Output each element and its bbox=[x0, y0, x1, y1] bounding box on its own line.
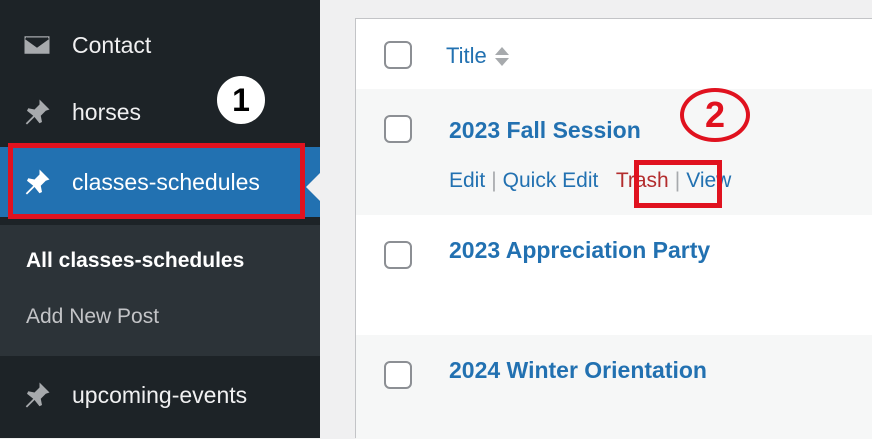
annotation-highlight-box-2 bbox=[634, 160, 722, 208]
annotation-step-2: 2 bbox=[680, 88, 750, 142]
select-all-checkbox[interactable] bbox=[384, 41, 412, 69]
sort-icon bbox=[494, 46, 509, 66]
separator: | bbox=[491, 169, 497, 192]
annotation-highlight-box-1 bbox=[8, 143, 305, 219]
envelope-icon bbox=[20, 28, 54, 62]
sidebar-item-label: upcoming-events bbox=[72, 381, 248, 408]
sidebar-item-horses[interactable]: horses bbox=[0, 82, 320, 142]
submenu-all-classes-schedules[interactable]: All classes-schedules bbox=[26, 249, 244, 273]
table-row: 2023 Fall Session Edit | Quick Edit | Tr… bbox=[356, 89, 872, 215]
submenu-add-new-post[interactable]: Add New Post bbox=[26, 305, 159, 329]
table-row: 2024 Winter Orientation bbox=[356, 335, 872, 439]
row-checkbox[interactable] bbox=[384, 241, 412, 269]
post-title-link[interactable]: 2023 Fall Session bbox=[449, 117, 641, 144]
table-row: 2023 Appreciation Party bbox=[356, 215, 872, 335]
row-checkbox[interactable] bbox=[384, 115, 412, 143]
annotation-step-1: 1 bbox=[217, 76, 265, 124]
admin-sidebar: Contact horses classes-schedules All cla… bbox=[0, 0, 320, 438]
sidebar-item-contact[interactable]: Contact bbox=[0, 15, 320, 75]
sidebar-item-label: horses bbox=[72, 98, 142, 125]
post-title-link[interactable]: 2023 Appreciation Party bbox=[449, 237, 710, 264]
pushpin-icon bbox=[20, 378, 54, 412]
table-header-row: Title bbox=[356, 19, 872, 90]
quick-edit-link[interactable]: Quick Edit bbox=[503, 169, 599, 193]
active-menu-arrow bbox=[306, 173, 320, 201]
sidebar-item-upcoming-events[interactable]: upcoming-events bbox=[0, 365, 320, 425]
row-checkbox[interactable] bbox=[384, 361, 412, 389]
post-title-link[interactable]: 2024 Winter Orientation bbox=[449, 357, 707, 384]
title-column-header[interactable]: Title bbox=[446, 43, 509, 69]
classes-schedules-submenu: All classes-schedules Add New Post bbox=[0, 225, 320, 356]
title-header-label: Title bbox=[446, 43, 487, 68]
sidebar-item-label: Contact bbox=[72, 31, 152, 58]
posts-table: Title 2023 Fall Session Edit | Quick Edi… bbox=[355, 18, 872, 439]
edit-link[interactable]: Edit bbox=[449, 169, 485, 193]
pushpin-icon bbox=[20, 95, 54, 129]
